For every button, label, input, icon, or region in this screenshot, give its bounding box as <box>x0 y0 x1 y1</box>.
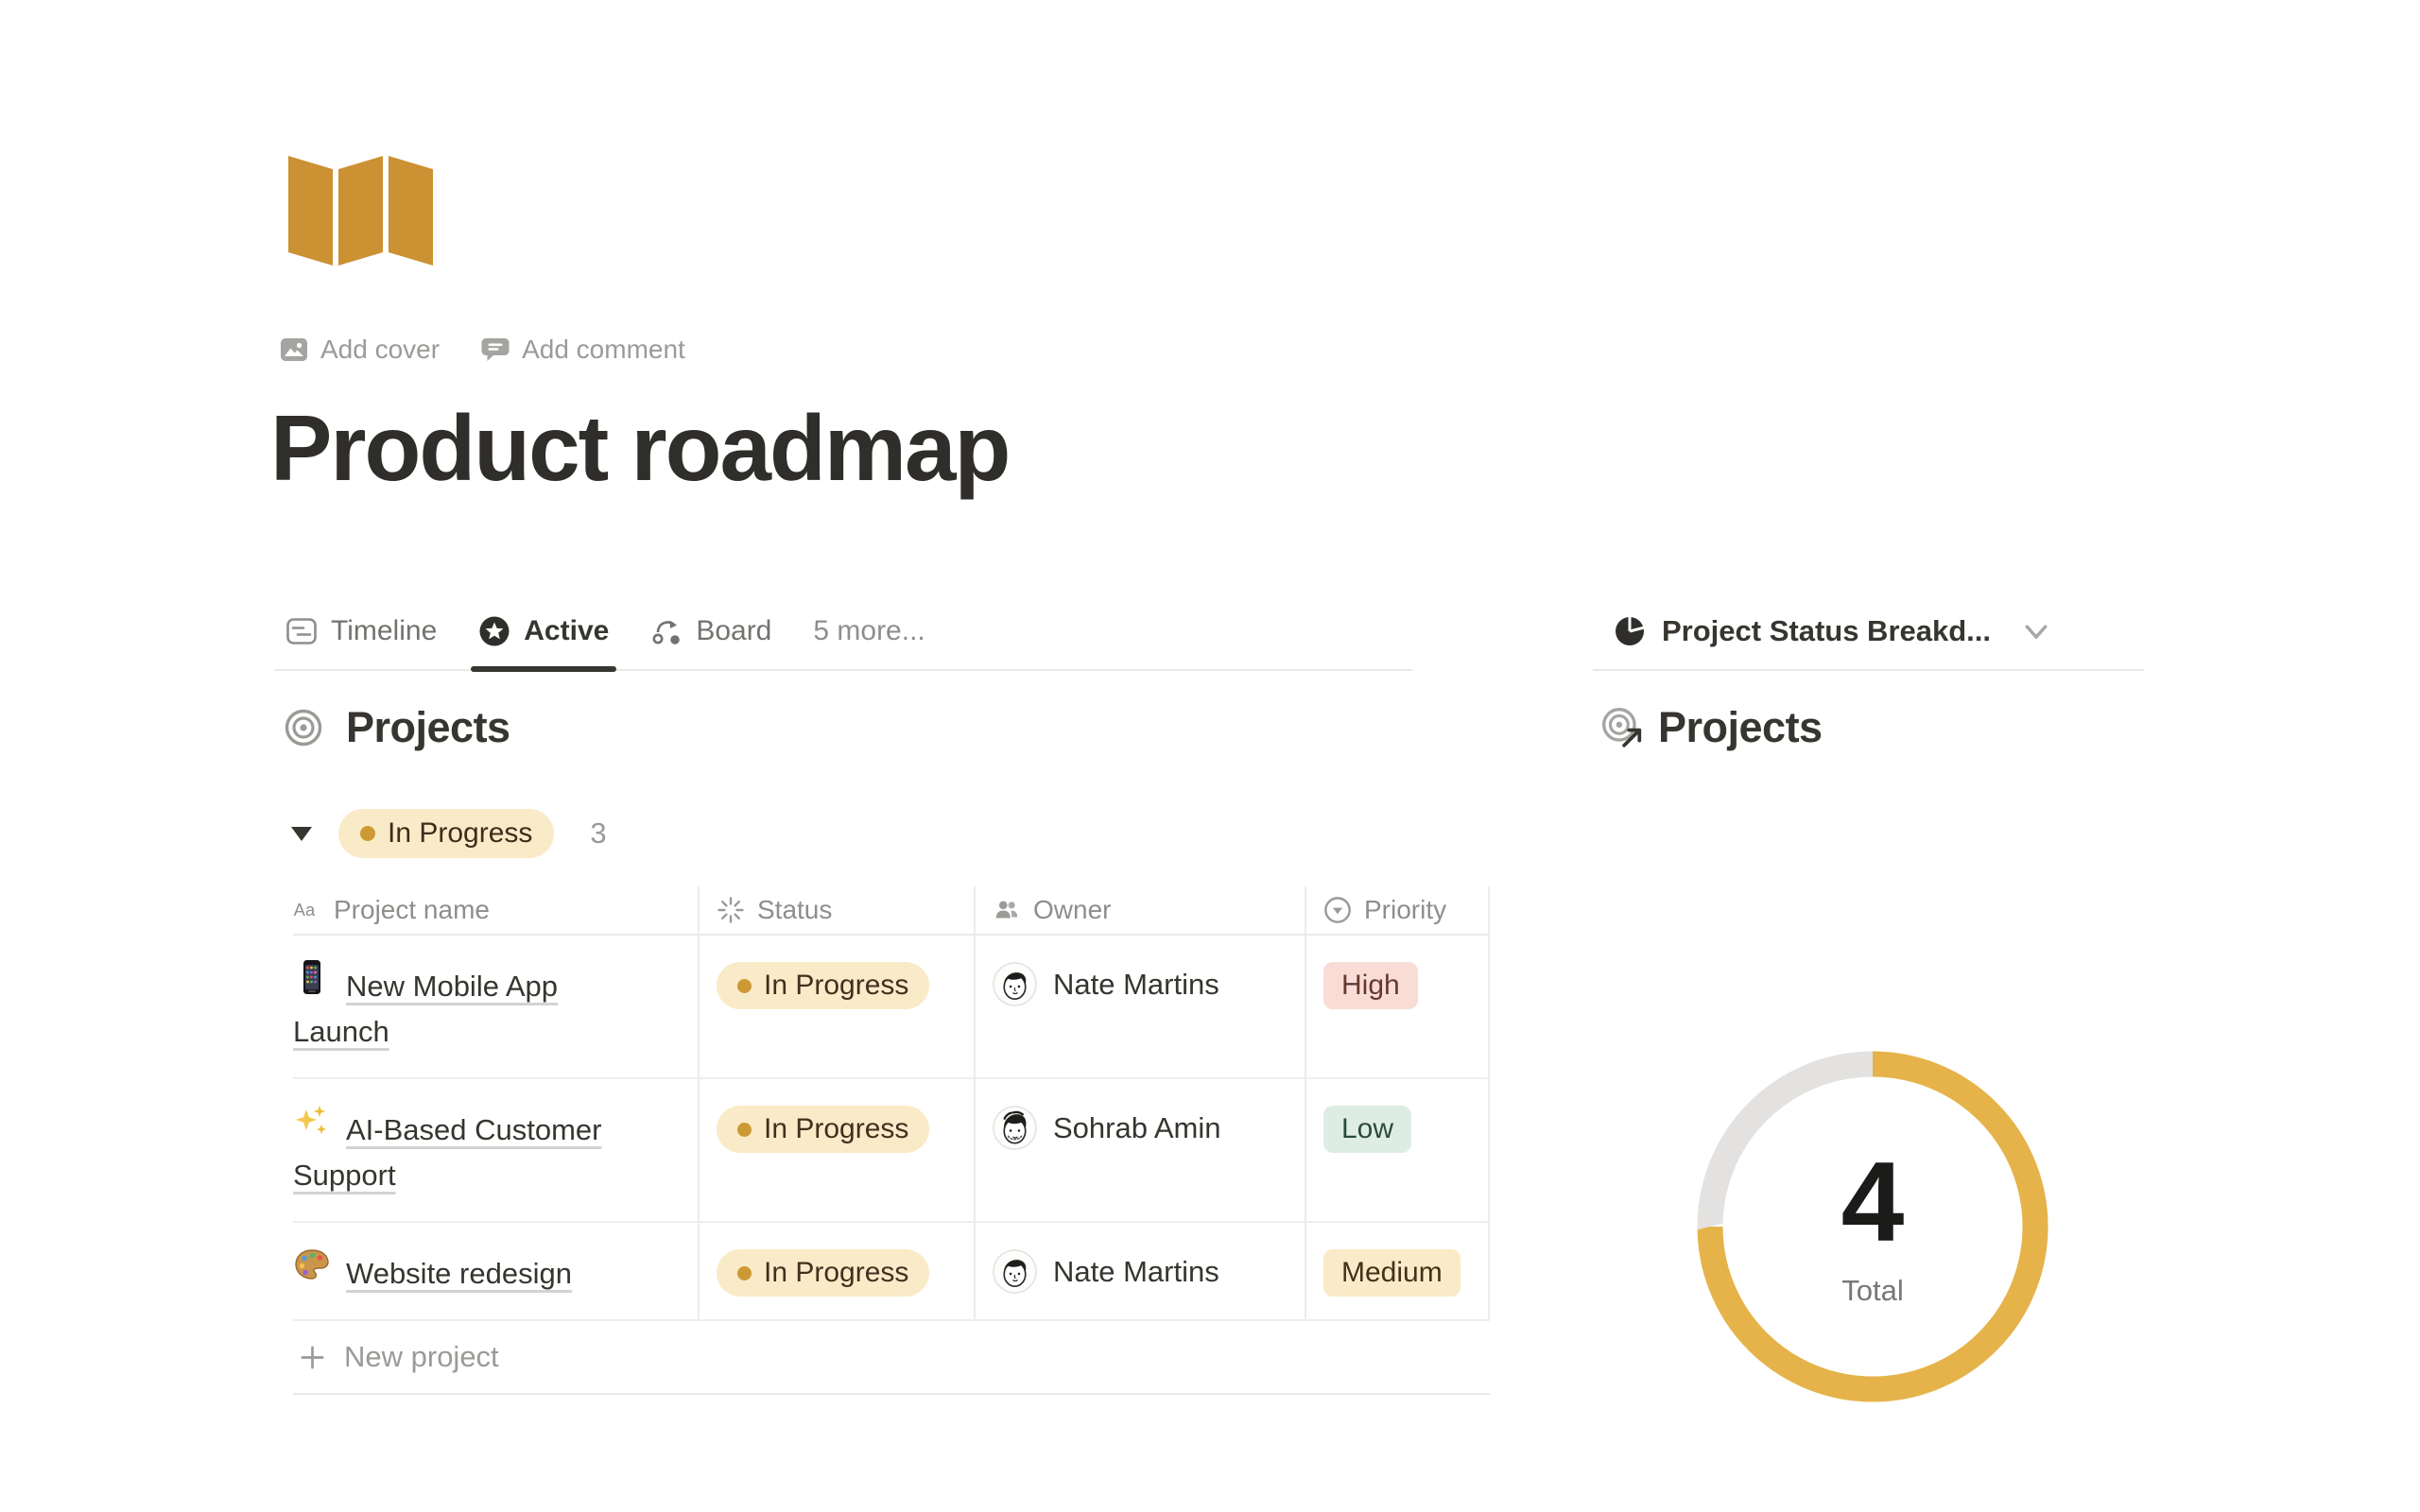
table-row: New Mobile App Launch In Progress Nate Mar… <box>293 936 1490 1079</box>
status-label: In Progress <box>764 1113 908 1145</box>
projects-table: Aa Project name Status Owner Priority New Mo… <box>293 886 1490 1395</box>
status-dot <box>737 979 752 993</box>
page-title[interactable]: Product roadmap <box>270 395 1009 502</box>
projects-heading-right: Projects <box>1599 703 1823 752</box>
group-collapse-toggle[interactable] <box>291 827 312 841</box>
column-header-status[interactable]: Status <box>698 886 974 934</box>
column-header-label: Status <box>757 895 832 925</box>
project-name-cell[interactable]: Website redesign <box>293 1223 698 1319</box>
owner-cell[interactable]: Nate Martins <box>974 1223 1305 1319</box>
column-header-label: Owner <box>1033 895 1111 925</box>
priority-cell[interactable]: Low <box>1305 1079 1490 1221</box>
comment-icon <box>481 335 510 364</box>
status-cell[interactable]: In Progress <box>698 936 974 1077</box>
status-breakdown-donut-chart[interactable]: 4 Total <box>1655 1009 2090 1444</box>
svg-text:Aa: Aa <box>294 900 316 919</box>
status-cell[interactable]: In Progress <box>698 1079 974 1221</box>
add-comment-label: Add comment <box>522 335 685 365</box>
avatar-nate <box>993 962 1037 1006</box>
donut-total-label: Total <box>1841 1274 1903 1308</box>
priority-cell[interactable]: Medium <box>1305 1223 1490 1319</box>
status-label: In Progress <box>764 970 908 1002</box>
priority-cell[interactable]: High <box>1305 936 1490 1077</box>
more-views-button[interactable]: 5 more... <box>813 615 925 647</box>
priority-icon <box>1323 896 1352 924</box>
add-comment-button[interactable]: Add comment <box>481 335 685 365</box>
board-icon <box>650 615 683 647</box>
tab-label: Timeline <box>331 615 437 647</box>
column-header-project-name[interactable]: Aa Project name <box>293 886 698 934</box>
new-project-button[interactable]: New project <box>293 1321 1490 1395</box>
notion-page: Add cover Add comment Product roadmap Ti… <box>0 0 2420 1512</box>
target-arrow-icon <box>1599 705 1645 750</box>
phone-emoji <box>293 958 346 996</box>
owner-cell[interactable]: Sohrab Amin <box>974 1079 1305 1221</box>
tab-timeline[interactable]: Timeline <box>285 593 437 669</box>
plus-icon <box>299 1344 326 1371</box>
timeline-icon <box>285 615 318 647</box>
status-pill[interactable]: In Progress <box>717 1249 929 1297</box>
palette-emoji <box>293 1246 346 1283</box>
project-name-link[interactable]: Website redesign <box>346 1257 572 1290</box>
image-icon <box>280 335 308 364</box>
status-label: In Progress <box>764 1257 908 1289</box>
status-pill[interactable]: In Progress <box>717 962 929 1009</box>
star-icon <box>478 615 510 647</box>
column-header-priority[interactable]: Priority <box>1305 886 1490 934</box>
avatar-nate <box>993 1249 1037 1294</box>
project-name-cell[interactable]: AI-Based Customer Support <box>293 1079 698 1221</box>
donut-total-value: 4 <box>1841 1145 1905 1259</box>
status-cell[interactable]: In Progress <box>698 1223 974 1319</box>
pie-chart-icon <box>1614 615 1646 647</box>
tab-label: Active <box>524 615 609 647</box>
text-icon: Aa <box>293 896 321 924</box>
sparkles-emoji <box>293 1102 346 1140</box>
donut-center: 4 Total <box>1655 1009 2090 1444</box>
people-icon <box>993 896 1021 924</box>
projects-heading-right-label[interactable]: Projects <box>1658 703 1823 752</box>
column-header-label: Project name <box>334 895 490 925</box>
table-body: New Mobile App Launch In Progress Nate Mar… <box>293 936 1490 1321</box>
status-dot <box>737 1266 752 1280</box>
priority-pill[interactable]: Low <box>1323 1106 1411 1153</box>
status-icon <box>717 896 745 924</box>
table-row: Website redesign In Progress Nate Martins M… <box>293 1223 1490 1321</box>
view-tabs-list: Timeline Active Board <box>285 593 771 669</box>
status-dot <box>360 826 375 841</box>
right-view-title: Project Status Breakd... <box>1662 614 1991 648</box>
owner-name: Nate Martins <box>1053 1255 1219 1289</box>
table-header-row: Aa Project name Status Owner Priority <box>293 886 1490 936</box>
group-status-label: In Progress <box>388 817 532 850</box>
add-cover-label: Add cover <box>320 335 440 365</box>
page-actions: Add cover Add comment <box>280 329 685 370</box>
add-cover-button[interactable]: Add cover <box>280 335 440 365</box>
priority-pill[interactable]: Medium <box>1323 1249 1461 1297</box>
chevron-down-icon[interactable] <box>2020 615 2052 647</box>
priority-pill[interactable]: High <box>1323 962 1418 1009</box>
view-tabs-bar: Timeline Active Board 5 more... <box>274 593 1412 671</box>
new-project-label: New project <box>344 1340 499 1374</box>
tab-board[interactable]: Board <box>650 593 771 669</box>
group-row-in-progress: In Progress 3 <box>291 809 607 858</box>
group-status-pill[interactable]: In Progress <box>338 809 554 858</box>
owner-name: Sohrab Amin <box>1053 1111 1221 1145</box>
table-row: AI-Based Customer Support In Progress Sohr… <box>293 1079 1490 1223</box>
project-name-cell[interactable]: New Mobile App Launch <box>293 936 698 1077</box>
owner-cell[interactable]: Nate Martins <box>974 936 1305 1077</box>
page-icon-map[interactable] <box>288 153 433 266</box>
status-pill[interactable]: In Progress <box>717 1106 929 1153</box>
column-header-owner[interactable]: Owner <box>974 886 1305 934</box>
projects-heading-left: Projects <box>284 703 510 752</box>
group-count: 3 <box>590 816 606 850</box>
owner-name: Nate Martins <box>1053 968 1219 1002</box>
avatar-sohrab <box>993 1106 1037 1150</box>
projects-heading-left-label[interactable]: Projects <box>346 703 510 752</box>
right-view-header[interactable]: Project Status Breakd... <box>1593 593 2144 671</box>
column-header-label: Priority <box>1364 895 1446 925</box>
tab-label: Board <box>696 615 771 647</box>
status-dot <box>737 1123 752 1137</box>
tab-active[interactable]: Active <box>478 593 609 669</box>
target-icon <box>284 708 323 747</box>
map-icon <box>288 153 433 266</box>
